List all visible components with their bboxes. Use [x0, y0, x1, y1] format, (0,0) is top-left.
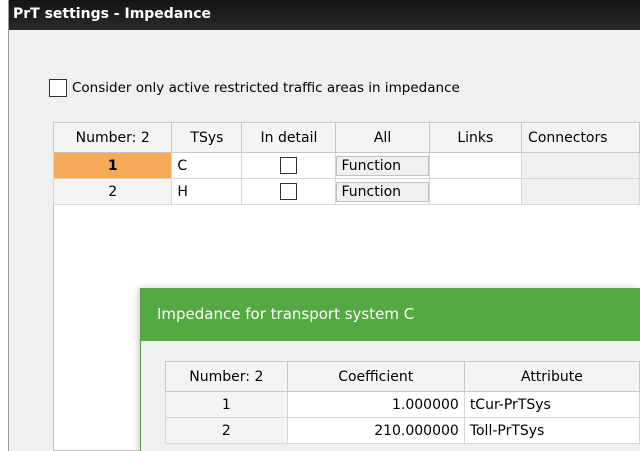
table-row[interactable]: 2 210.000000 Toll-PrTSys [165, 417, 640, 444]
coefficient-cell[interactable]: 1.000000 [286, 391, 465, 418]
coefficient-cell[interactable]: 210.000000 [286, 417, 465, 444]
col-coefficient[interactable]: Coefficient [286, 361, 465, 392]
all-cell: Function [335, 178, 430, 205]
attribute-cell[interactable]: Toll-PrTSys [463, 417, 640, 444]
in-detail-cell [241, 178, 337, 205]
function-button[interactable]: Function [336, 155, 429, 176]
function-button[interactable]: Function [336, 181, 429, 202]
col-attribute[interactable]: Attribute [463, 361, 640, 392]
row-tsys[interactable]: H [171, 178, 243, 205]
connectors-cell[interactable] [521, 178, 640, 205]
dialog-titlebar[interactable]: Impedance for transport system C [141, 288, 640, 341]
table-row[interactable]: 1 1.000000 tCur-PrTSys [165, 391, 640, 418]
links-cell[interactable] [428, 178, 523, 205]
attribute-cell[interactable]: tCur-PrTSys [463, 391, 640, 418]
impedance-dialog: Impedance for transport system C Number:… [140, 288, 640, 451]
in-detail-checkbox[interactable] [280, 157, 298, 174]
all-cell: Function [335, 152, 430, 179]
tsys-table-header: Number: 2 TSys In detail All Links Conne… [52, 122, 640, 153]
desktop-edge [0, 0, 8, 451]
col-connectors[interactable]: Connectors [521, 122, 640, 153]
table-row[interactable]: 2 H Function [52, 178, 640, 205]
table-row[interactable]: 1 C Function [52, 152, 640, 179]
in-detail-cell [241, 152, 337, 179]
links-cell[interactable] [428, 152, 523, 179]
restricted-areas-checkbox[interactable] [49, 79, 67, 97]
window-title: PrT settings - Impedance [13, 6, 212, 22]
restricted-areas-option[interactable]: Consider only active restricted traffic … [49, 78, 460, 98]
window-titlebar[interactable]: PrT settings - Impedance [9, 0, 640, 30]
connectors-cell[interactable] [521, 152, 640, 179]
impedance-table: Number: 2 Coefficient Attribute 1 1.0000… [165, 361, 640, 444]
row-number[interactable]: 1 [165, 391, 288, 418]
tsys-table: Number: 2 TSys In detail All Links Conne… [52, 122, 640, 205]
row-tsys[interactable]: C [171, 152, 243, 179]
col-all[interactable]: All [335, 122, 430, 153]
in-detail-checkbox[interactable] [280, 183, 298, 200]
col-links[interactable]: Links [428, 122, 523, 153]
row-number[interactable]: 1 [52, 152, 173, 179]
restricted-areas-label: Consider only active restricted traffic … [72, 80, 460, 96]
dialog-title: Impedance for transport system C [157, 305, 415, 323]
col-number[interactable]: Number: 2 [52, 122, 173, 153]
row-number[interactable]: 2 [165, 417, 288, 444]
row-number[interactable]: 2 [52, 178, 173, 205]
col-number[interactable]: Number: 2 [165, 361, 288, 392]
col-in-detail[interactable]: In detail [241, 122, 337, 153]
impedance-table-header: Number: 2 Coefficient Attribute [165, 361, 640, 392]
col-tsys[interactable]: TSys [171, 122, 243, 153]
